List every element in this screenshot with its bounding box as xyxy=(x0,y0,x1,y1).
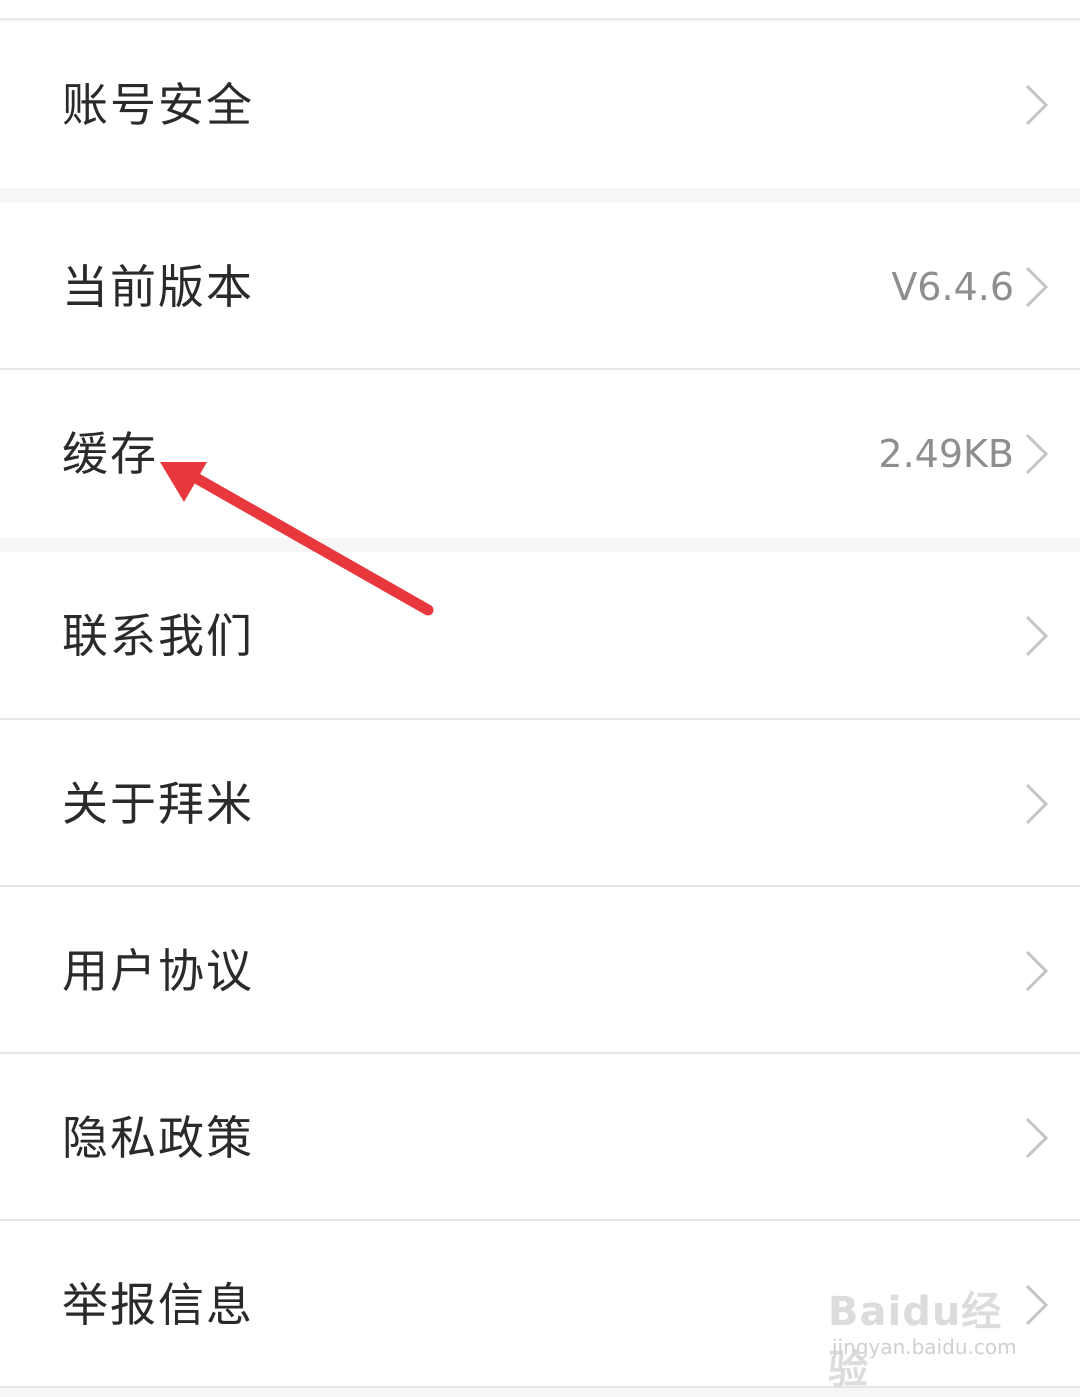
chevron-right-icon xyxy=(1024,614,1050,658)
settings-page: 账号安全 当前版本 V6.4.6 缓存 2.49KB 联系我们 关于拜米 用户协… xyxy=(0,0,1080,1397)
settings-item-label: 账号安全 xyxy=(62,78,254,132)
settings-item-label: 举报信息 xyxy=(62,1277,254,1332)
settings-item-cache[interactable]: 缓存 2.49KB xyxy=(0,370,1080,538)
settings-item-label: 关于拜米 xyxy=(62,776,254,831)
chevron-right-icon xyxy=(1024,1116,1050,1160)
chevron-right-icon xyxy=(1024,83,1050,127)
chevron-right-icon xyxy=(1024,1283,1050,1327)
chevron-right-icon xyxy=(1024,949,1050,993)
chevron-right-icon xyxy=(1024,782,1050,826)
settings-item-label: 缓存 xyxy=(62,427,158,481)
settings-item-account-security[interactable]: 账号安全 xyxy=(0,22,1080,188)
settings-item-current-version[interactable]: 当前版本 V6.4.6 xyxy=(0,203,1080,370)
settings-item-report[interactable]: 举报信息 xyxy=(0,1221,1080,1388)
version-value: V6.4.6 xyxy=(891,264,1014,309)
settings-item-label: 隐私政策 xyxy=(62,1110,254,1165)
settings-item-user-agreement[interactable]: 用户协议 xyxy=(0,887,1080,1054)
chevron-right-icon xyxy=(1024,432,1050,476)
settings-item-label: 联系我们 xyxy=(62,609,254,663)
settings-item-about[interactable]: 关于拜米 xyxy=(0,720,1080,887)
top-divider xyxy=(0,0,1080,20)
chevron-right-icon xyxy=(1024,265,1050,309)
row-divider xyxy=(0,1386,1080,1388)
settings-item-label: 用户协议 xyxy=(62,943,254,998)
settings-item-label: 当前版本 xyxy=(62,259,254,314)
cache-size-value: 2.49KB xyxy=(878,432,1014,476)
settings-item-privacy-policy[interactable]: 隐私政策 xyxy=(0,1054,1080,1221)
settings-item-contact-us[interactable]: 联系我们 xyxy=(0,552,1080,720)
